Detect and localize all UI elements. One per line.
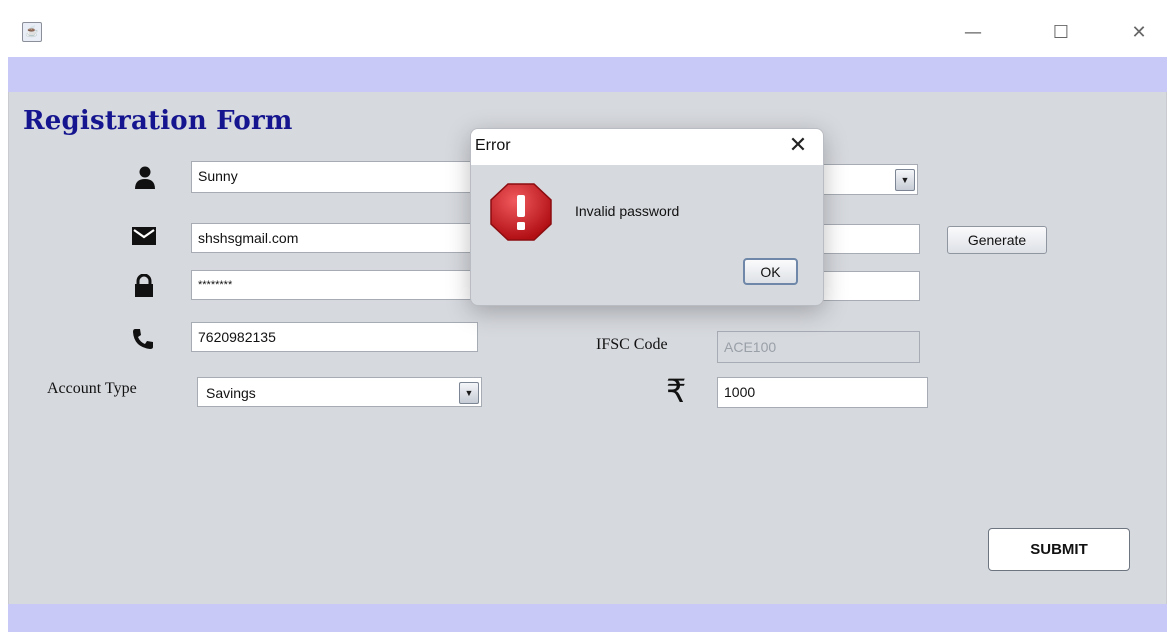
generate-button[interactable]: Generate [947,226,1047,254]
chevron-down-icon[interactable]: ▼ [459,382,479,404]
rupee-icon: ₹ [666,372,687,410]
error-dialog: Error ✕ Invalid password OK [470,128,824,306]
bottom-banner [8,604,1167,632]
envelope-icon [131,226,157,246]
lock-icon [133,274,155,298]
dialog-title: Error [475,137,511,154]
error-message: Invalid password [575,203,680,219]
top-banner [8,57,1167,92]
account-type-value: Savings [206,385,256,401]
chevron-down-icon[interactable]: ▼ [895,169,915,191]
maximize-button[interactable]: ☐ [1038,18,1084,48]
error-octagon-icon [489,182,553,242]
account-type-label: Account Type [47,380,137,397]
email-field[interactable]: shshsgmail.com [191,223,481,253]
amount-field[interactable]: 1000 [717,377,928,408]
account-type-select[interactable]: Savings ▼ [197,377,482,407]
ifsc-label: IFSC Code [596,336,668,353]
password-field[interactable]: ******** [191,270,481,300]
java-app-icon: ☕ [22,22,42,42]
submit-button[interactable]: SUBMIT [988,528,1130,571]
window-close-button[interactable]: ✕ [1116,18,1162,48]
minimize-button[interactable]: — [950,18,996,48]
phone-icon [131,327,155,351]
user-icon [134,166,156,190]
page-title: Registration Form [23,106,293,136]
dialog-close-button[interactable]: ✕ [781,131,815,161]
ok-button[interactable]: OK [743,258,798,285]
ifsc-field: ACE100 [717,331,920,363]
name-field[interactable]: Sunny [191,161,481,193]
phone-field[interactable]: 7620982135 [191,322,478,352]
dialog-titlebar [471,129,823,165]
